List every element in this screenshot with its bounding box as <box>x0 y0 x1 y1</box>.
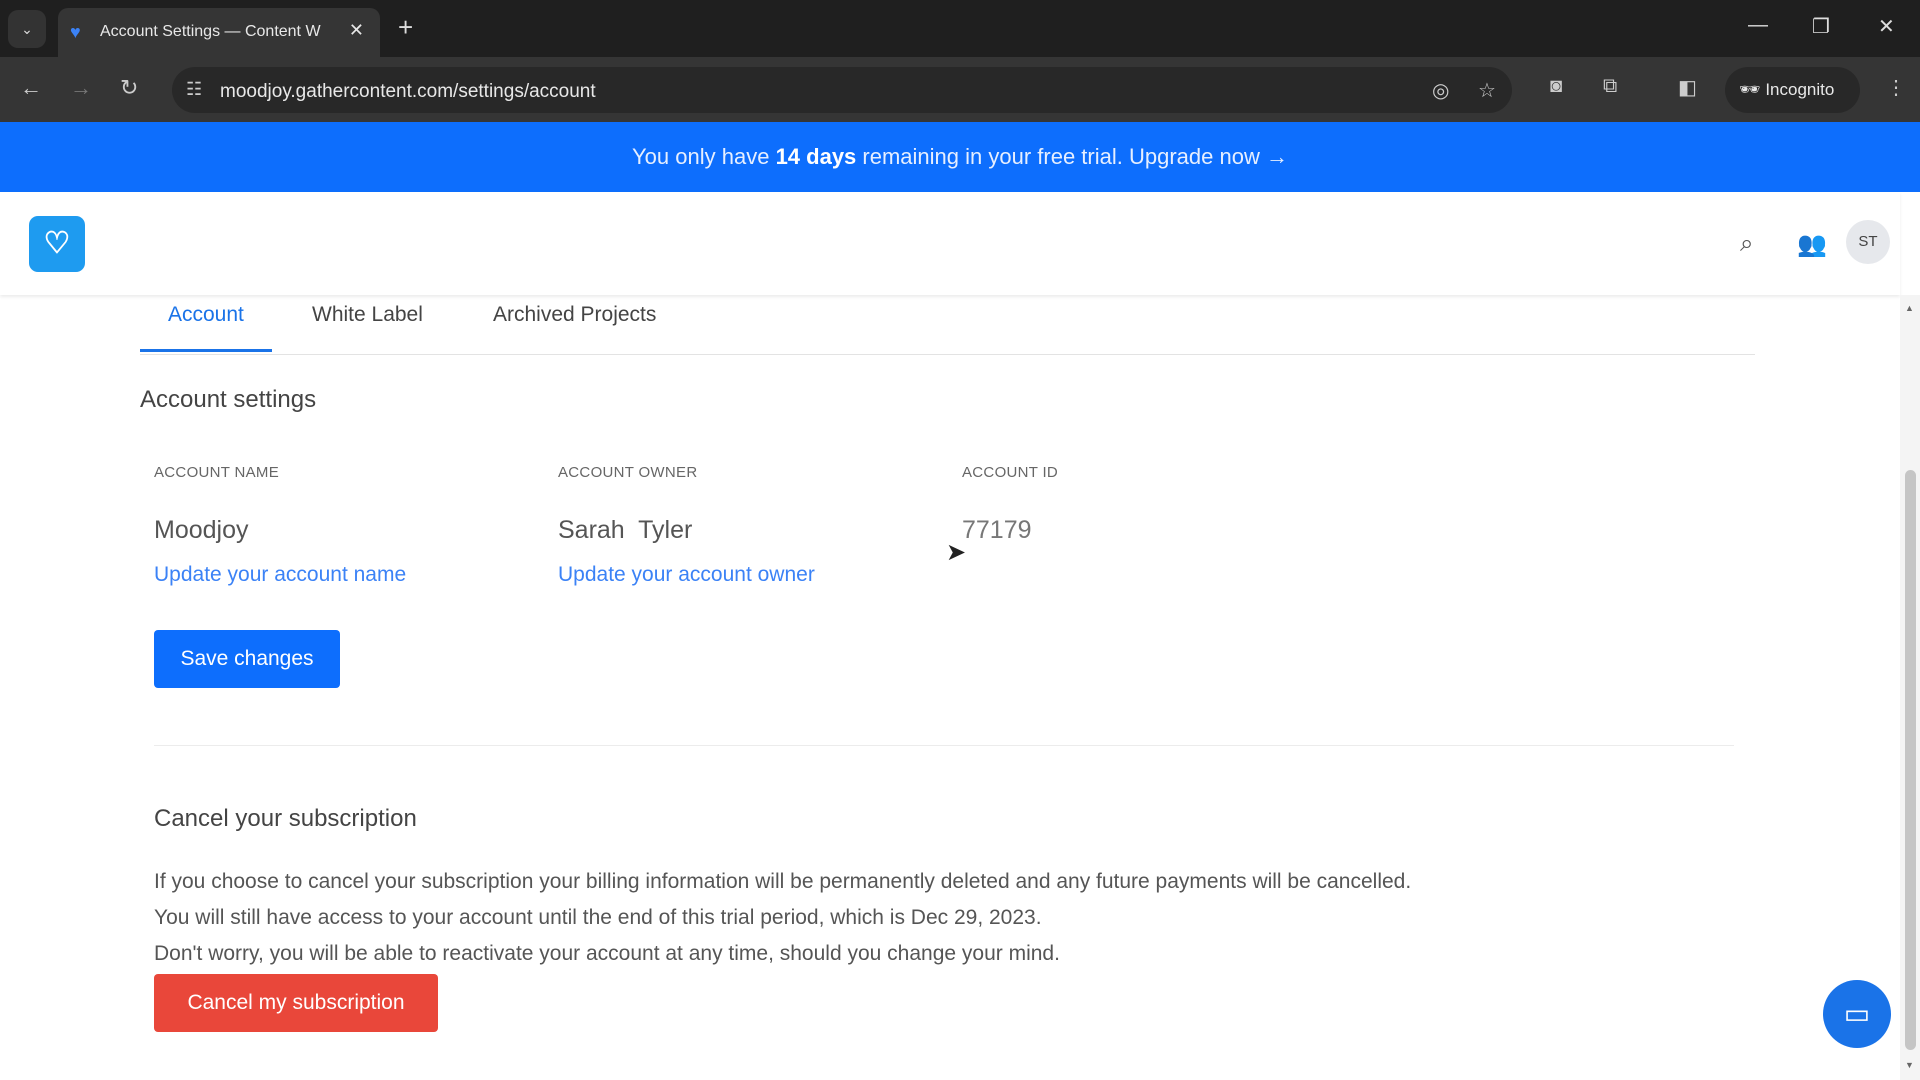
site-info-icon[interactable]: ☷ <box>186 79 202 100</box>
scroll-down-icon[interactable]: ▼ <box>1905 1060 1914 1070</box>
back-icon[interactable]: ← <box>20 75 42 101</box>
browser-tab[interactable]: ♥ Account Settings — Content W ✕ <box>58 8 380 57</box>
trial-banner[interactable]: You only have 14 days remaining in your … <box>0 122 1920 192</box>
banner-upgrade-link[interactable]: remaining in your free trial. Upgrade no… <box>856 144 1288 169</box>
browser-tab-bar: ⌄ ♥ Account Settings — Content W ✕ + — ❐… <box>0 0 1920 57</box>
cancel-info-line: If you choose to cancel your subscriptio… <box>154 870 1412 893</box>
save-changes-button[interactable]: Save changes <box>154 630 340 688</box>
tab-title: Account Settings — Content W <box>100 23 321 40</box>
update-account-owner-link[interactable]: Update your account owner <box>558 563 815 587</box>
account-id-value: 77179 <box>962 516 1032 544</box>
tab-account[interactable]: Account <box>140 303 272 352</box>
avatar[interactable]: ST <box>1846 220 1890 264</box>
reload-icon[interactable]: ↻ <box>120 75 138 101</box>
section-divider <box>154 745 1734 746</box>
search-icon[interactable]: ⌕ <box>1740 230 1753 258</box>
bookmark-star-icon[interactable]: ☆ <box>1478 78 1496 103</box>
chat-icon: ▭ <box>1843 998 1871 1029</box>
cancel-info-line: You will still have access to your accou… <box>154 906 1042 929</box>
minimize-icon[interactable]: — <box>1748 14 1768 37</box>
incognito-label: Incognito <box>1765 80 1835 99</box>
account-name-value: Moodjoy <box>154 516 249 544</box>
account-id-label: ACCOUNT ID <box>962 464 1059 481</box>
mouse-cursor-icon: ➤ <box>946 539 967 566</box>
tab-search-chevron-icon[interactable]: ⌄ <box>8 10 46 48</box>
update-account-name-link[interactable]: Update your account name <box>154 563 406 587</box>
team-icon[interactable]: 👥 <box>1797 230 1827 259</box>
banner-prefix: You only have <box>632 144 776 169</box>
close-window-icon[interactable]: ✕ <box>1878 14 1895 39</box>
settings-tabs: Account White Label Archived Projects <box>140 295 1755 355</box>
extensions-puzzle-icon[interactable]: ⧉ <box>1603 75 1617 98</box>
scroll-up-icon[interactable]: ▲ <box>1905 303 1914 313</box>
scrollbar-thumb[interactable] <box>1905 470 1916 1050</box>
tab-white-label[interactable]: White Label <box>284 303 451 349</box>
incognito-indicator[interactable]: 🕶 Incognito <box>1725 67 1860 113</box>
gathercontent-favicon-icon: ♥ <box>70 22 81 42</box>
eye-off-icon[interactable]: ◎ <box>1432 78 1449 103</box>
browser-toolbar: ← → ↻ ☷ moodjoy.gathercontent.com/settin… <box>0 57 1920 122</box>
restore-icon[interactable]: ❐ <box>1812 14 1830 39</box>
scrollbar[interactable]: ▲ ▼ <box>1900 295 1920 1080</box>
account-name-label: ACCOUNT NAME <box>154 464 279 481</box>
address-bar[interactable]: ☷ moodjoy.gathercontent.com/settings/acc… <box>172 67 1512 113</box>
account-owner-label: ACCOUNT OWNER <box>558 464 698 481</box>
incognito-icon: 🕶 <box>1739 80 1766 99</box>
side-panel-icon[interactable]: ◧ <box>1678 75 1697 100</box>
chat-launcher-button[interactable]: ▭ <box>1823 980 1891 1048</box>
account-settings-title: Account settings <box>140 386 317 413</box>
close-tab-icon[interactable]: ✕ <box>349 20 364 41</box>
forward-icon[interactable]: → <box>70 75 92 101</box>
banner-days: 14 days <box>775 144 857 169</box>
app-header: ♡ ⌕ 👥 ST <box>0 192 1900 295</box>
cancel-info-line: Don't worry, you will be able to reactiv… <box>154 942 1060 965</box>
gathercontent-logo[interactable]: ♡ <box>29 216 85 272</box>
cancel-subscription-title: Cancel your subscription <box>154 805 417 832</box>
extension-icon[interactable]: ◙ <box>1550 75 1562 98</box>
cancel-subscription-button[interactable]: Cancel my subscription <box>154 974 438 1032</box>
menu-kebab-icon[interactable]: ⋮ <box>1886 75 1906 100</box>
tab-archived-projects[interactable]: Archived Projects <box>465 303 684 349</box>
new-tab-icon[interactable]: + <box>398 12 413 43</box>
account-owner-value: Sarah Tyler <box>558 516 693 544</box>
url-text[interactable]: moodjoy.gathercontent.com/settings/accou… <box>220 81 596 103</box>
